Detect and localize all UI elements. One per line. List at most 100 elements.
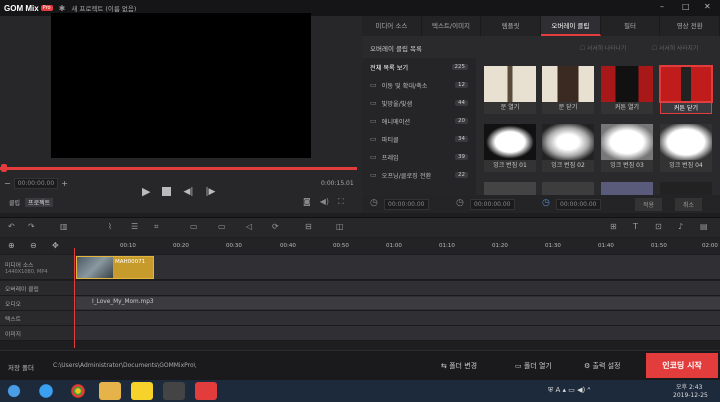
category-item[interactable]: ▭ 파티클 34 <box>362 130 476 148</box>
overlay-header: 오버레이 클립 목록 ☐ 서서히 나타나기 ☐ 서서히 사라지기 <box>362 36 720 58</box>
explorer-icon[interactable] <box>99 382 121 400</box>
gear-icon[interactable]: ✱ <box>59 4 66 13</box>
ie-icon[interactable] <box>35 382 57 400</box>
fit-icon[interactable]: ✥ <box>52 241 59 250</box>
tab-text-image[interactable]: 텍스트/이미지 <box>422 16 482 36</box>
zoom-out-icon[interactable]: ⊖ <box>30 241 37 250</box>
plus-icon[interactable]: + <box>61 179 68 188</box>
tab-template[interactable]: 템플릿 <box>481 16 542 36</box>
add-overlay-icon[interactable]: ▤ <box>700 222 708 231</box>
thumb-ink-02[interactable]: 잉크 번짐 02 <box>542 124 594 172</box>
prev-frame-icon[interactable]: ◀| <box>183 187 193 197</box>
tick-label: 01:40 <box>598 243 614 249</box>
thumb-ink-03[interactable]: 잉크 번짐 03 <box>601 124 653 172</box>
category-item[interactable]: ▭ 프레임 39 <box>362 148 476 166</box>
seek-handle[interactable] <box>1 164 7 172</box>
tab-overlay-clip[interactable]: 오버레이 클립 <box>541 16 601 36</box>
thumb-partial[interactable] <box>484 182 536 195</box>
pip-icon[interactable]: ▭ <box>190 222 198 231</box>
thumb-curtain-open[interactable]: 커튼 열기 <box>601 66 653 114</box>
track-lane-media[interactable] <box>75 255 720 280</box>
category-item[interactable]: ▭ 빛망울/빛샘 44 <box>362 94 476 112</box>
cancel-button[interactable]: 취소 <box>675 198 703 211</box>
duration-time[interactable]: 00:00:00.00 <box>470 199 515 210</box>
tick-label: 01:50 <box>651 243 667 249</box>
thumb-curtain-close[interactable]: 커튼 닫기 <box>659 65 713 114</box>
mirror-icon[interactable]: ◫ <box>336 222 344 231</box>
end-time[interactable]: 00:00:00.00 <box>556 199 601 210</box>
track-lane-overlay[interactable] <box>75 281 720 296</box>
app-icon[interactable] <box>163 382 185 400</box>
add-audio-icon[interactable]: ♪ <box>678 222 683 231</box>
thumb-ink-04[interactable]: 잉크 번짐 04 <box>660 124 712 172</box>
undo-icon[interactable]: ↶ <box>8 222 15 231</box>
split-icon[interactable]: ⌇ <box>108 222 112 231</box>
volume-icon[interactable]: ◀) <box>320 197 329 207</box>
tick-label: 00:40 <box>280 243 296 249</box>
clip-mode-label[interactable]: 클립 <box>9 198 20 207</box>
track-lane-image[interactable] <box>75 326 720 341</box>
change-folder-button[interactable]: ⇆ 폴더 변경 <box>441 361 477 371</box>
start-icon-windows[interactable] <box>3 382 25 400</box>
minimize-icon[interactable]: – <box>660 2 664 11</box>
chrome-icon[interactable] <box>67 382 89 400</box>
link-icon[interactable]: ⊟ <box>305 222 312 231</box>
start-time[interactable]: 00:00:00.00 <box>384 199 429 210</box>
tray-icons[interactable]: ⛨ A ▴ ▭ ◀) ᴬ <box>548 386 590 395</box>
fade-in-option[interactable]: ☐ 서서히 나타나기 <box>580 43 626 52</box>
thumb-door-close[interactable]: 문 닫기 <box>542 66 594 114</box>
maximize-icon[interactable]: □ <box>682 2 690 11</box>
project-mode-label[interactable]: 프로젝트 <box>25 198 54 207</box>
rotate-icon[interactable]: ⟳ <box>272 222 279 231</box>
zoom-in-icon[interactable]: ⊕ <box>8 241 15 250</box>
tab-filter[interactable]: 필터 <box>601 16 661 36</box>
play-icon[interactable]: ▶ <box>142 185 150 198</box>
timeline-ruler[interactable]: ⊕ ⊖ ✥ 00:10 00:20 00:30 00:40 00:50 01:0… <box>0 238 720 254</box>
audio-clip[interactable] <box>76 297 720 309</box>
adjust-icon[interactable]: ☰ <box>131 222 138 231</box>
category-item[interactable]: ▭ 오프닝/클로징 전환 22 <box>362 166 476 184</box>
open-folder-button[interactable]: ▭ 폴더 열기 <box>515 361 552 371</box>
apply-button[interactable]: 적용 <box>635 198 663 211</box>
duration-icon[interactable]: ◷ <box>456 198 464 208</box>
clock-date[interactable]: 2019-12-25 <box>673 392 708 399</box>
minus-icon[interactable]: − <box>4 179 11 188</box>
crop-icon[interactable]: ⌗ <box>154 222 159 232</box>
close-icon[interactable]: ✕ <box>704 2 711 11</box>
track-lane-text[interactable] <box>75 311 720 326</box>
delete-icon[interactable]: ▥ <box>60 222 68 231</box>
thumb-partial[interactable] <box>542 182 594 195</box>
thumb-partial[interactable] <box>660 182 712 195</box>
seek-bar[interactable] <box>0 167 357 170</box>
clock-time[interactable]: 오후 2:43 <box>676 382 702 391</box>
kakaotalk-icon[interactable] <box>131 382 153 400</box>
thumb-partial[interactable] <box>601 182 653 195</box>
tick-label: 01:20 <box>492 243 508 249</box>
output-settings-button[interactable]: ⚙ 출력 설정 <box>584 361 621 371</box>
encode-start-button[interactable]: 인코딩 시작 <box>646 353 718 378</box>
add-media-icon[interactable]: ⊞ <box>610 222 617 231</box>
playhead[interactable] <box>74 248 75 348</box>
mute-icon[interactable]: ◁ <box>246 222 252 231</box>
add-text-icon[interactable]: T <box>633 222 638 231</box>
tab-transition[interactable]: 영상 전환 <box>660 16 720 36</box>
gom-mix-taskbar-icon[interactable] <box>195 382 217 400</box>
next-frame-icon[interactable]: |▶ <box>205 187 215 197</box>
tick-label: 01:30 <box>545 243 561 249</box>
camera-icon[interactable]: ◙ <box>303 197 311 207</box>
start-icon[interactable]: ◷ <box>370 198 378 208</box>
category-item[interactable]: ▭ 이동 및 확대/축소 12 <box>362 76 476 94</box>
fullscreen-icon[interactable]: ⛶ <box>338 197 344 207</box>
end-icon[interactable]: ◷ <box>542 198 550 208</box>
screen-icon[interactable]: ▭ <box>218 222 226 231</box>
category-item[interactable]: ▭ 애니메이션 20 <box>362 112 476 130</box>
add-image-icon[interactable]: ⊡ <box>655 222 662 231</box>
stop-icon[interactable] <box>162 187 172 196</box>
tab-media-source[interactable]: 미디어 소스 <box>362 16 422 36</box>
thumb-ink-01[interactable]: 잉크 번짐 01 <box>484 124 536 172</box>
category-all[interactable]: 전체 목록 보기 225 <box>362 58 476 76</box>
thumb-door-open[interactable]: 문 열기 <box>484 66 536 114</box>
video-clip-name: MAH00071 <box>115 259 146 265</box>
redo-icon[interactable]: ↷ <box>28 222 35 231</box>
fade-out-option[interactable]: ☐ 서서히 사라지기 <box>652 43 698 52</box>
